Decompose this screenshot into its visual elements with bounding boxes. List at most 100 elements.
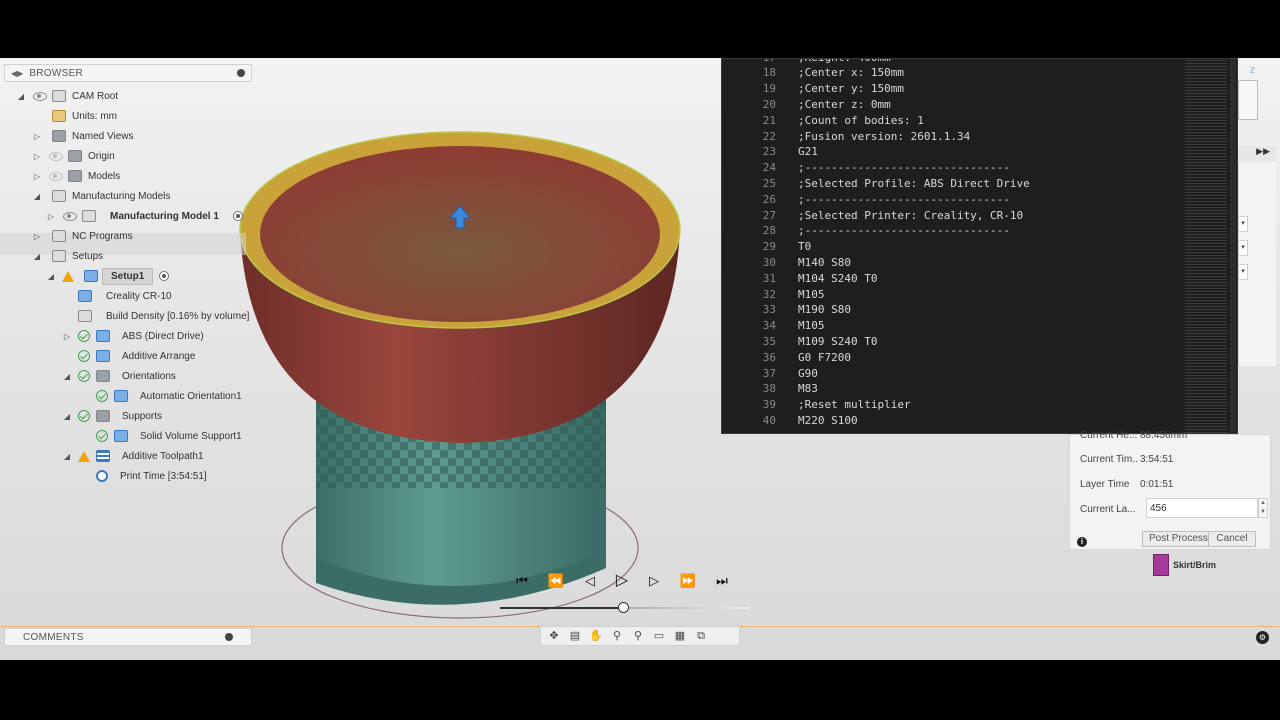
code-line[interactable]: 36 G0 F7200 <box>722 349 851 365</box>
tree-item-solid-volume-support[interactable]: Solid Volume Support1 <box>90 426 250 446</box>
code-line[interactable]: 21 ;Count of bodies: 1 <box>722 112 924 128</box>
play-backward-icon[interactable]: ◁ <box>580 572 600 590</box>
current-layer-input[interactable] <box>1146 498 1258 518</box>
collapse-icon[interactable]: ◢ <box>32 252 42 261</box>
code-line[interactable]: 29 T0 <box>722 239 812 255</box>
tree-item-origin[interactable]: ▷ Origin <box>32 146 115 166</box>
step-forward-icon[interactable]: ▷ <box>644 572 664 590</box>
layer-stepper[interactable]: ▲ ▼ <box>1258 498 1268 518</box>
expand-panel-icon[interactable]: ▶▶ <box>1238 146 1276 162</box>
code-line[interactable]: 37 G90 <box>722 365 818 381</box>
timeline-slider-handle[interactable] <box>618 602 629 613</box>
code-line[interactable]: 23 G21 <box>722 144 818 160</box>
zoom-icon[interactable]: ⚲ <box>608 629 626 643</box>
play-icon[interactable]: ▷ <box>612 572 632 590</box>
code-line[interactable]: 40 M220 S100 <box>722 412 858 428</box>
cam-viewport[interactable]: ◀▶ BROWSER ◢ CAM Root Units: mm ▷ Named … <box>0 58 1280 660</box>
expand-icon[interactable]: ▷ <box>32 132 42 141</box>
pan-icon[interactable]: ✋ <box>587 629 605 643</box>
tree-item-orientations[interactable]: ◢ Orientations <box>62 366 184 386</box>
collapse-icon[interactable]: ◢ <box>62 412 72 421</box>
code-line[interactable]: 25 ;Selected Profile: ABS Direct Drive <box>722 175 1030 191</box>
tree-item-additive-arrange[interactable]: Additive Arrange <box>72 346 203 366</box>
collapse-icon[interactable]: ◢ <box>46 272 56 281</box>
tree-item-cam-root[interactable]: ◢ CAM Root <box>16 86 118 106</box>
grid-icon[interactable]: ▦ <box>671 629 689 643</box>
visibility-eye-icon[interactable] <box>48 171 63 181</box>
visibility-eye-icon[interactable] <box>48 151 63 161</box>
tree-label: ABS (Direct Drive) <box>122 330 204 342</box>
orbit-icon[interactable]: ✥ <box>545 629 563 643</box>
add-comment-icon[interactable] <box>225 633 233 641</box>
comments-panel-header[interactable]: COMMENTS <box>4 628 252 646</box>
tree-item-additive-toolpath[interactable]: ◢ Additive Toolpath1 <box>62 446 212 466</box>
dropdown-arrow-icon[interactable]: ▾ <box>1238 264 1248 280</box>
tree-item-printer[interactable]: Creality CR-10 <box>78 286 180 306</box>
tree-item-manufacturing-models[interactable]: ◢ Manufacturing Models <box>32 186 170 206</box>
tree-item-named-views[interactable]: ▷ Named Views <box>32 126 134 146</box>
browser-panel-header[interactable]: ◀▶ BROWSER <box>4 64 252 82</box>
tree-item-supports[interactable]: ◢ Supports <box>62 406 170 426</box>
code-line[interactable]: 28 ;------------------------------- <box>722 223 1010 239</box>
dropdown-arrow-icon[interactable]: ▾ <box>1238 240 1248 256</box>
code-line[interactable]: 39 ;Reset multiplier <box>722 397 911 413</box>
code-line[interactable]: 35 M109 S240 T0 <box>722 333 878 349</box>
gcode-editor[interactable]: 17 ;Height: 400mm 18 ;Center x: 150mm 19 ;Cen… <box>721 58 1238 434</box>
settings-icon[interactable]: ⚙ <box>1256 631 1269 644</box>
pin-icon[interactable] <box>237 69 245 77</box>
tree-item-build-density[interactable]: Build Density [0.16% by volume] <box>78 306 257 326</box>
fast-forward-icon[interactable]: ⏩ <box>678 572 698 590</box>
tree-item-models[interactable]: ▷ Models <box>32 166 120 186</box>
skip-to-end-icon[interactable]: ⏭ <box>712 572 732 590</box>
code-minimap[interactable] <box>1185 59 1227 433</box>
tree-item-setup1[interactable]: ◢ Setup1 <box>46 266 170 286</box>
step-back-icon[interactable]: ⏪ <box>546 572 566 590</box>
collapse-icon[interactable]: ◢ <box>62 372 72 381</box>
skip-to-start-icon[interactable]: ⏮ <box>512 572 532 590</box>
info-icon[interactable]: i <box>1077 537 1087 547</box>
tree-item-print-settings[interactable]: ▷ ABS (Direct Drive) <box>62 326 212 346</box>
code-line[interactable]: 30 M140 S80 <box>722 254 851 270</box>
collapse-icon[interactable]: ◢ <box>32 192 42 201</box>
tree-item-nc-programs[interactable]: ▷ NC Programs <box>32 226 133 246</box>
collapse-icon[interactable]: ◀▶ <box>11 69 23 78</box>
visibility-eye-icon[interactable] <box>32 91 47 101</box>
code-line[interactable]: 27 ;Selected Printer: Creality, CR-10 <box>722 207 1023 223</box>
active-radio-icon[interactable] <box>159 271 170 281</box>
tree-item-setups[interactable]: ◢ Setups <box>32 246 103 266</box>
viewports-icon[interactable]: ⧉ <box>692 629 710 643</box>
line-text: M220 S100 <box>798 413 858 427</box>
expand-icon[interactable]: ▷ <box>32 152 42 161</box>
expand-icon[interactable]: ▷ <box>32 172 42 181</box>
code-line[interactable]: 31 M104 S240 T0 <box>722 270 878 286</box>
expand-icon[interactable]: ▷ <box>46 212 56 221</box>
tree-item-automatic-orientation[interactable]: Automatic Orientation1 <box>90 386 250 406</box>
code-line[interactable]: 32 M105 <box>722 286 825 302</box>
code-line[interactable]: 33 M190 S80 <box>722 302 851 318</box>
fit-icon[interactable]: ⚲ <box>629 629 647 643</box>
code-line[interactable]: 22 ;Fusion version: 2601.1.34 <box>722 128 970 144</box>
look-at-icon[interactable]: ▤ <box>566 629 584 643</box>
cancel-button[interactable]: Cancel <box>1208 531 1256 547</box>
dropdown-arrow-icon[interactable]: ▾ <box>1238 216 1248 232</box>
visibility-eye-icon[interactable] <box>62 211 77 221</box>
code-line[interactable]: 24 ;------------------------------- <box>722 160 1010 176</box>
collapse-icon[interactable]: ◢ <box>62 452 72 461</box>
tree-label: Setup1 <box>102 267 154 285</box>
code-line[interactable]: 19 ;Center y: 150mm <box>722 81 904 97</box>
code-line[interactable]: 26 ;------------------------------- <box>722 191 1010 207</box>
tree-item-manufacturing-model-1[interactable]: ▷ Manufacturing Model 1 <box>46 206 243 226</box>
collapse-icon[interactable]: ◢ <box>16 92 26 101</box>
expand-icon[interactable]: ▷ <box>32 232 42 241</box>
expand-icon[interactable]: ▷ <box>62 332 72 341</box>
code-line[interactable]: 38 M83 <box>722 381 818 397</box>
post-process-button[interactable]: Post Process <box>1142 531 1215 547</box>
active-radio-icon[interactable] <box>232 211 243 221</box>
code-line[interactable]: 34 M105 <box>722 318 825 334</box>
tree-item-print-time[interactable]: Print Time [3:54:51] <box>92 466 215 486</box>
tree-item-units[interactable]: Units: mm <box>46 106 117 126</box>
viewcube[interactable]: Z <box>1236 66 1260 126</box>
display-settings-icon[interactable]: ▭ <box>650 629 668 643</box>
code-line[interactable]: 20 ;Center z: 0mm <box>722 96 891 112</box>
code-line[interactable]: 18 ;Center x: 150mm <box>722 65 904 81</box>
